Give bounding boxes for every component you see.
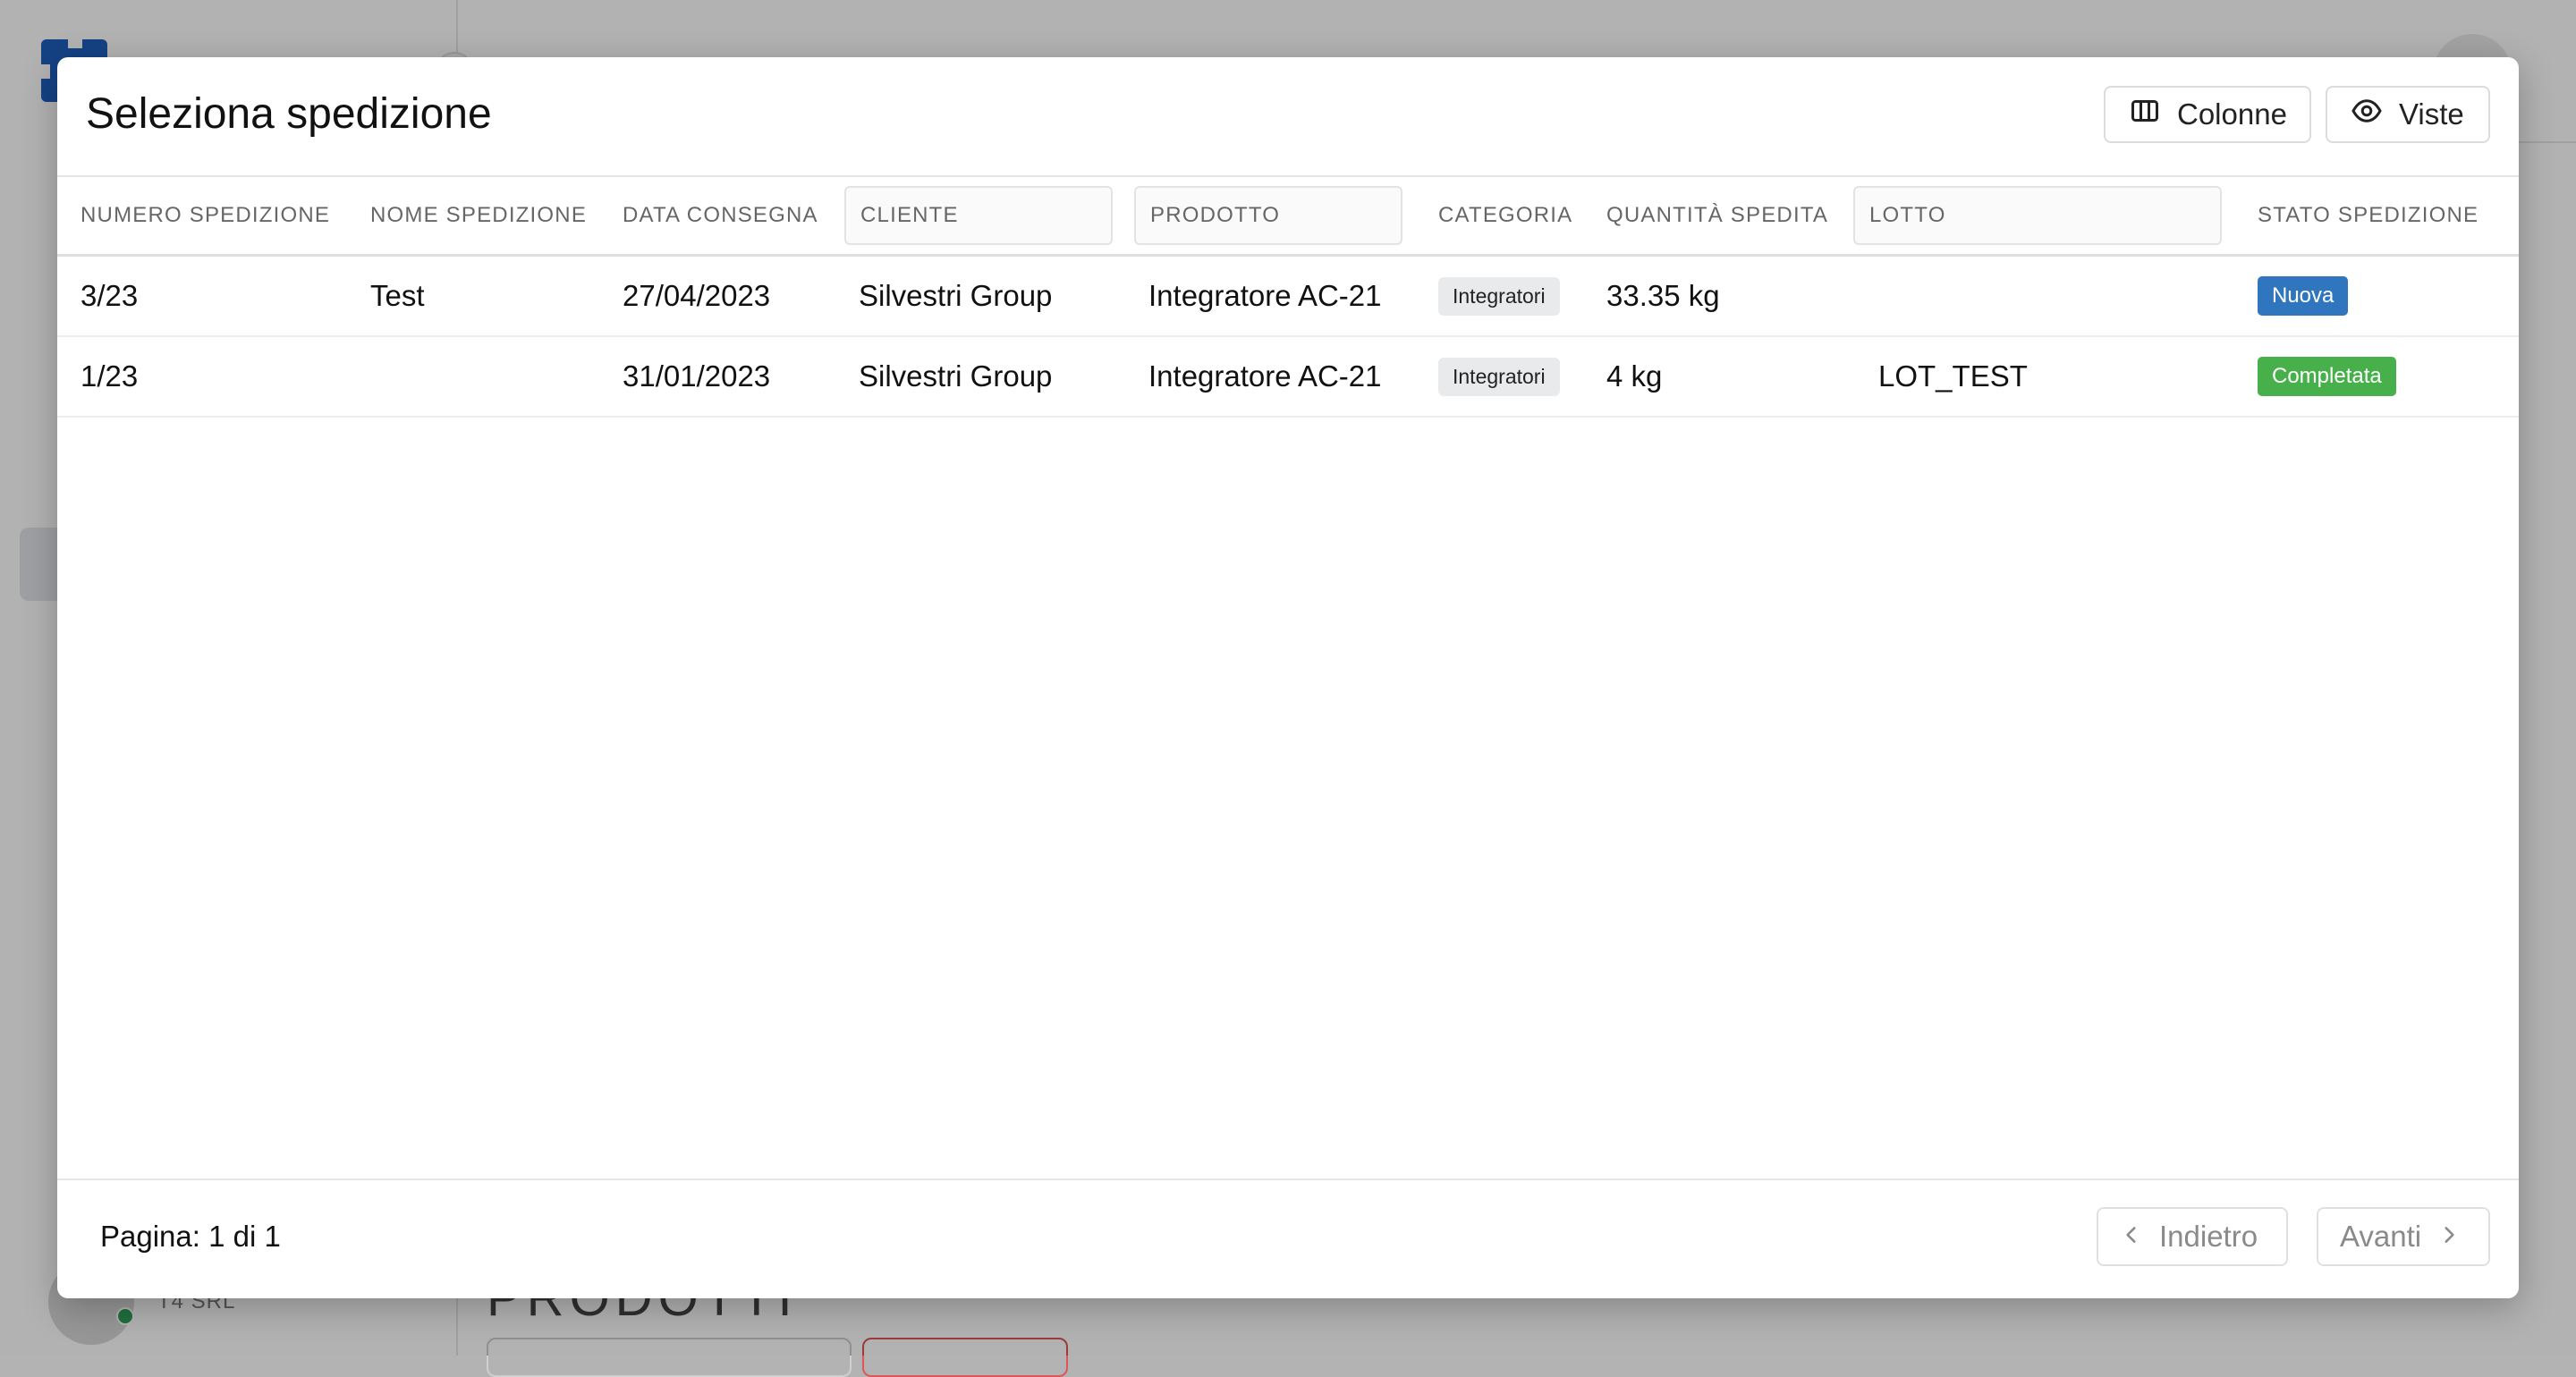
next-page-button[interactable]: Avanti [2317,1207,2490,1266]
modal-title: Seleziona spedizione [86,90,492,138]
column-header-prodotto[interactable]: PRODOTTO [1134,186,1402,245]
views-button[interactable]: Viste [2326,86,2490,143]
cell-quantita: 33.35 kg [1606,279,1720,312]
pagination-info: Pagina: 1 di 1 [100,1220,281,1253]
table-row[interactable]: 1/23 31/01/2023 Silvestri Group Integrat… [57,337,2519,418]
cell-nome: Test [370,279,425,312]
chevron-left-icon [2120,1220,2143,1254]
cell-quantita: 4 kg [1606,359,1663,393]
category-chip: Integratori [1438,357,1560,396]
next-page-label: Avanti [2340,1220,2422,1253]
cell-data: 27/04/2023 [623,279,771,312]
shipments-table: NUMERO SPEDIZIONE NOME SPEDIZIONE DATA C… [57,175,2519,1180]
select-shipment-modal: Seleziona spedizione Colonne Viste NUMER… [57,57,2519,1298]
cell-categoria: Integratori [1438,257,1560,335]
previous-page-button[interactable]: Indietro [2097,1207,2288,1266]
views-button-label: Viste [2399,97,2464,131]
cell-categoria: Integratori [1438,337,1560,416]
columns-button-label: Colonne [2177,97,2287,131]
column-header-quantita[interactable]: QUANTITÀ SPEDITA [1606,177,1828,254]
column-header-numero[interactable]: NUMERO SPEDIZIONE [80,177,330,254]
chevron-right-icon [2437,1220,2461,1254]
cell-cliente: Silvestri Group [859,359,1053,393]
column-header-data[interactable]: DATA CONSEGNA [623,177,818,254]
column-header-cliente[interactable]: CLIENTE [844,186,1113,245]
cell-stato: Completata [2258,337,2396,416]
column-header-stato[interactable]: STATO SPEDIZIONE [2258,177,2479,254]
cell-prodotto: Integratore AC-21 [1148,359,1382,393]
column-header-lotto[interactable]: LOTTO [1853,186,2222,245]
cell-numero: 1/23 [80,359,139,393]
column-header-nome[interactable]: NOME SPEDIZIONE [370,177,587,254]
cell-data: 31/01/2023 [623,359,771,393]
table-header: NUMERO SPEDIZIONE NOME SPEDIZIONE DATA C… [57,177,2519,257]
cell-cliente: Silvestri Group [859,279,1053,312]
columns-icon [2129,95,2161,134]
cell-stato: Nuova [2258,257,2349,335]
status-badge: Completata [2258,357,2396,396]
columns-button[interactable]: Colonne [2104,86,2311,143]
table-row[interactable]: 3/23 Test 27/04/2023 Silvestri Group Int… [57,257,2519,337]
category-chip: Integratori [1438,276,1560,316]
previous-page-label: Indietro [2159,1220,2258,1253]
eye-icon [2351,95,2383,134]
cell-numero: 3/23 [80,279,139,312]
cell-prodotto: Integratore AC-21 [1148,279,1382,312]
column-header-categoria[interactable]: CATEGORIA [1438,177,1572,254]
cell-lotto: LOT_TEST [1878,359,2028,393]
status-badge: Nuova [2258,276,2349,316]
